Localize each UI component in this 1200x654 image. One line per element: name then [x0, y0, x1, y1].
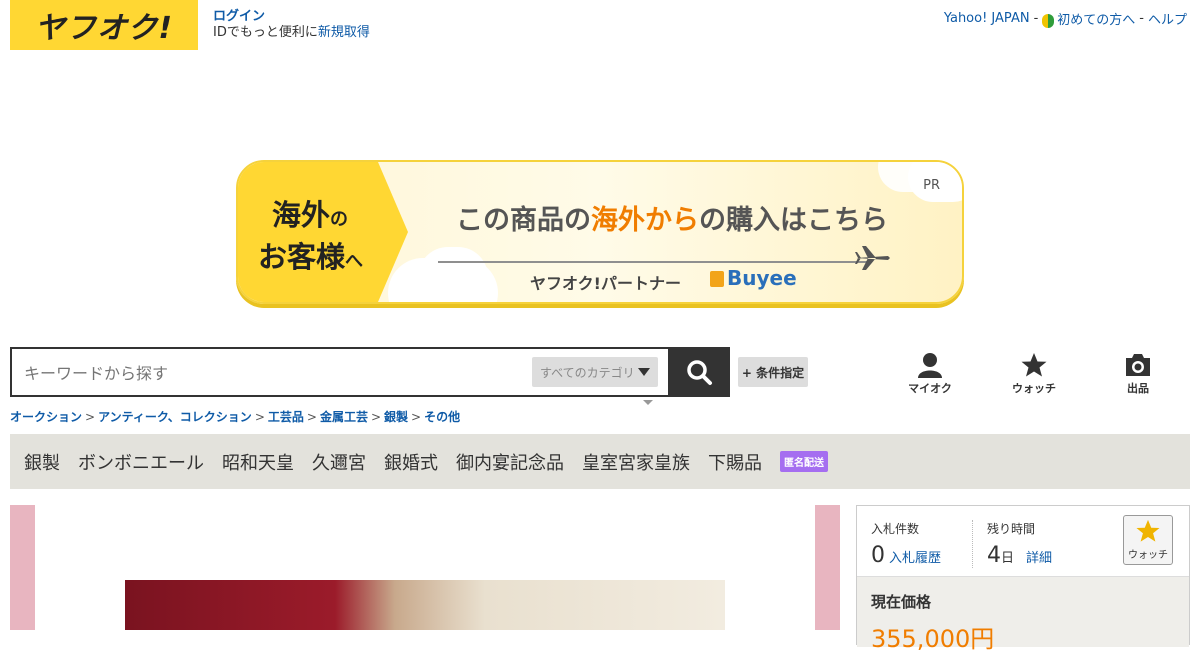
- tag-item[interactable]: 御内宴記念品: [456, 449, 564, 475]
- myauction-label: マイオク: [908, 382, 952, 395]
- separator: -: [1139, 11, 1144, 26]
- tag-item[interactable]: 皇室宮家皇族: [582, 449, 690, 475]
- search-button[interactable]: [668, 347, 730, 397]
- yahuoku-logo[interactable]: ヤフオク!: [10, 0, 198, 50]
- camera-icon: [1126, 354, 1150, 376]
- breadcrumb-item[interactable]: 金属工芸: [320, 410, 368, 424]
- current-price-value: 355,000円: [871, 625, 995, 653]
- search-icon: [687, 360, 712, 385]
- banner-left-line1: 海外の: [272, 198, 349, 232]
- search-input[interactable]: [22, 349, 526, 397]
- auction-info-panel: 入札件数 0 入札履歴 残り時間 4 日詳細 ウォッチ 現在価格 355,000円: [856, 505, 1190, 653]
- watch-button[interactable]: ウォッチ: [1123, 515, 1173, 565]
- top-links: Yahoo! JAPAN - 初めての方へ - ヘルプ: [944, 9, 1187, 28]
- help-link[interactable]: ヘルプ: [1148, 9, 1187, 28]
- airplane-icon: [855, 246, 890, 270]
- remaining-unit: 日: [1001, 551, 1015, 566]
- yahoo-japan-link[interactable]: Yahoo! JAPAN: [944, 11, 1030, 26]
- banner-headline: この商品の海外からの購入はこちら: [456, 205, 888, 236]
- search-bar: すべてのカテゴリ: [10, 347, 730, 397]
- login-description: IDでもっと便利に新規取得: [213, 25, 370, 40]
- pr-label: PR: [923, 178, 940, 193]
- breadcrumb-item[interactable]: 工芸品: [268, 410, 304, 424]
- banner-line: [438, 261, 868, 263]
- watch-button-label: ウォッチ: [1128, 550, 1168, 561]
- tag-item[interactable]: 銀製: [24, 449, 60, 475]
- price-box: 現在価格 355,000円: [857, 576, 1189, 653]
- tag-item[interactable]: ボンボニエール: [78, 449, 204, 475]
- category-label: すべてのカテゴリ: [540, 365, 635, 380]
- buyee-banner[interactable]: 海外の お客様へ この商品の海外からの購入はこちら ヤフオク!パートナー Buy…: [236, 160, 964, 304]
- product-photo: [125, 580, 725, 630]
- detail-link[interactable]: 詳細: [1026, 547, 1052, 566]
- dropdown-caret-icon: [643, 400, 653, 405]
- breadcrumb-item[interactable]: アンティーク、コレクション: [98, 410, 252, 424]
- breadcrumb-item[interactable]: オークション: [10, 410, 82, 424]
- bids-section: 入札件数 0 入札履歴: [871, 520, 941, 568]
- bids-count: 0: [871, 543, 885, 568]
- condition-button[interactable]: + 条件指定: [738, 357, 808, 387]
- tag-item[interactable]: 下賜品: [708, 449, 762, 475]
- beginner-mark-icon: [1042, 13, 1055, 28]
- login-box: ログイン IDでもっと便利に新規取得: [213, 9, 370, 41]
- watch-nav-label: ウォッチ: [1012, 382, 1056, 395]
- remaining-label: 残り時間: [987, 522, 1036, 536]
- breadcrumb: オークション > アンティーク、コレクション > 工芸品 > 金属工芸 > 銀製 > その他: [10, 410, 461, 424]
- beginners-link[interactable]: 初めての方へ: [1042, 9, 1135, 28]
- category-select[interactable]: すべてのカテゴリ: [532, 357, 658, 387]
- sell-label: 出品: [1127, 382, 1149, 395]
- beginners-link-label: 初めての方へ: [1057, 13, 1136, 28]
- login-link[interactable]: ログイン: [213, 9, 370, 25]
- banner-left-line2: お客様へ: [258, 240, 364, 274]
- breadcrumb-item[interactable]: その他: [424, 410, 460, 424]
- cloud-decoration: [418, 247, 488, 302]
- star-icon: [1136, 519, 1160, 542]
- login-desc-prefix: IDでもっと便利に: [213, 25, 318, 40]
- bid-history-link[interactable]: 入札履歴: [889, 547, 941, 566]
- tag-item[interactable]: 久邇宮: [312, 449, 366, 475]
- anonymous-shipping-badge: 匿名配送: [780, 451, 828, 472]
- breadcrumb-item[interactable]: 銀製: [384, 410, 408, 424]
- sell-button[interactable]: 出品: [1103, 352, 1173, 396]
- banner-partner-text: ヤフオク!パートナー: [530, 274, 681, 293]
- tag-item[interactable]: 昭和天皇: [222, 449, 294, 475]
- bids-label: 入札件数: [871, 522, 920, 536]
- logo-text: ヤフオク!: [34, 11, 174, 46]
- watch-nav-button[interactable]: ウォッチ: [999, 352, 1069, 396]
- star-icon: [1021, 353, 1047, 377]
- buyee-bag-icon: [710, 271, 724, 287]
- signup-link[interactable]: 新規取得: [318, 25, 370, 40]
- tag-bar: 銀製 ボンボニエール 昭和天皇 久邇宮 銀婚式 御内宴記念品 皇室宮家皇族 下賜…: [10, 434, 1190, 489]
- remaining-value: 4: [987, 543, 1001, 568]
- remaining-section: 残り時間 4 日詳細: [972, 520, 1052, 568]
- current-price-label: 現在価格: [871, 593, 932, 611]
- tag-item[interactable]: 銀婚式: [384, 449, 438, 475]
- banner-left-panel: 海外の お客様へ: [238, 162, 408, 302]
- product-image-area[interactable]: [10, 505, 840, 630]
- separator: -: [1033, 11, 1039, 26]
- image-border-right: [815, 505, 840, 630]
- image-border-left: [10, 505, 35, 630]
- buyee-logo: Buyee: [710, 266, 797, 290]
- myauction-button[interactable]: マイオク: [895, 352, 965, 396]
- chevron-down-icon: [638, 368, 650, 376]
- person-icon: [918, 353, 942, 378]
